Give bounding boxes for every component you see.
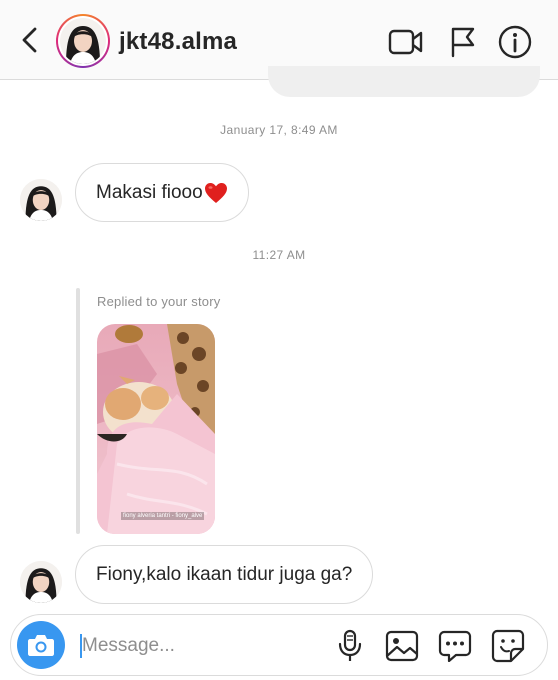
report-flag-button[interactable] bbox=[444, 24, 480, 60]
avatar-image bbox=[20, 179, 62, 221]
chat-options-button[interactable] bbox=[436, 627, 474, 665]
story-reply-bar bbox=[76, 288, 80, 534]
info-icon bbox=[498, 25, 532, 59]
message-bubble[interactable]: Makasi fiooo bbox=[75, 163, 249, 222]
message-timestamp: January 17, 8:49 AM bbox=[220, 123, 338, 137]
camera-button[interactable] bbox=[17, 621, 65, 669]
story-reply-label: Replied to your story bbox=[97, 294, 221, 309]
video-call-button[interactable] bbox=[388, 24, 424, 60]
story-image-caption: fiony alveria tantri - fiony_alve bbox=[121, 512, 205, 520]
flag-icon bbox=[451, 27, 475, 58]
chat-username[interactable]: jkt48.alma bbox=[119, 28, 237, 56]
message-text: Makasi fiooo bbox=[96, 181, 203, 203]
story-image bbox=[97, 324, 215, 534]
video-call-icon bbox=[388, 29, 423, 55]
previous-message-bubble bbox=[268, 66, 540, 97]
gallery-button[interactable] bbox=[383, 627, 421, 665]
story-thumbnail[interactable]: fiony alveria tantri - fiony_alve bbox=[97, 324, 215, 534]
camera-icon bbox=[28, 635, 54, 656]
avatar-image bbox=[20, 561, 62, 603]
message-input[interactable] bbox=[82, 629, 322, 663]
microphone-icon bbox=[338, 629, 362, 661]
red-heart-icon bbox=[204, 182, 227, 203]
voice-message-button[interactable] bbox=[331, 627, 369, 665]
sticker-button[interactable] bbox=[489, 627, 527, 665]
back-button[interactable] bbox=[14, 24, 46, 56]
message-text: Fiony,kalo ikaan tidur juga ga? bbox=[96, 563, 353, 585]
sender-avatar[interactable] bbox=[20, 561, 62, 603]
sticker-icon bbox=[491, 629, 525, 663]
gallery-icon bbox=[385, 630, 419, 662]
message-timestamp: 11:27 AM bbox=[252, 248, 306, 262]
info-button[interactable] bbox=[497, 24, 533, 60]
message-composer bbox=[10, 614, 548, 676]
message-bubble[interactable]: Fiony,kalo ikaan tidur juga ga? bbox=[75, 545, 374, 604]
avatar-image bbox=[60, 18, 106, 64]
profile-avatar[interactable] bbox=[56, 14, 110, 68]
back-chevron-icon bbox=[22, 27, 37, 53]
chat-bubble-icon bbox=[438, 630, 472, 662]
sender-avatar[interactable] bbox=[20, 179, 62, 221]
